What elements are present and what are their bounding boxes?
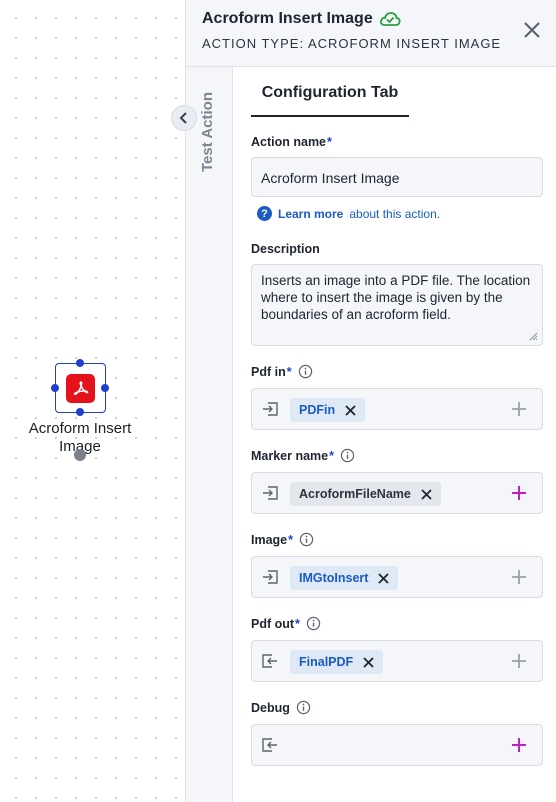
close-icon xyxy=(524,22,540,38)
close-button[interactable] xyxy=(522,20,542,40)
learn-more-link[interactable]: Learn more xyxy=(278,207,343,221)
tab-configuration[interactable]: Configuration Tab xyxy=(251,82,409,117)
image-label: Image * xyxy=(251,532,314,547)
variable-chip: FinalPDF xyxy=(290,650,384,674)
plus-icon[interactable] xyxy=(512,486,526,500)
description-label: Description xyxy=(251,242,320,256)
marker-name-field[interactable]: AcroformFileName xyxy=(251,472,543,514)
pdf-in-field[interactable]: PDFin xyxy=(251,388,543,430)
node-handle-top[interactable] xyxy=(76,359,84,367)
pdf-icon xyxy=(66,374,95,403)
help-circle-icon: ? xyxy=(257,206,272,221)
side-tab-strip xyxy=(185,67,233,802)
action-name-label: Action name * xyxy=(251,135,332,149)
action-name-input[interactable]: Acroform Insert Image xyxy=(251,157,543,197)
info-icon[interactable] xyxy=(298,364,313,379)
remove-chip-icon[interactable] xyxy=(345,404,356,416)
plus-icon[interactable] xyxy=(512,570,526,584)
output-arrow-icon xyxy=(262,738,277,752)
marker-name-label: Marker name * xyxy=(251,448,355,463)
remove-chip-icon[interactable] xyxy=(421,488,432,500)
cloud-check-icon xyxy=(379,12,401,26)
collapse-panel-button[interactable] xyxy=(171,105,197,131)
plus-icon[interactable] xyxy=(512,738,526,752)
workflow-node[interactable] xyxy=(51,359,109,416)
node-output-port[interactable] xyxy=(74,449,86,461)
info-icon[interactable] xyxy=(299,532,314,547)
plus-icon[interactable] xyxy=(512,402,526,416)
learn-more-text: about this action. xyxy=(349,206,441,221)
learn-more-row: ? Learn more about this action. xyxy=(257,206,440,221)
info-icon[interactable] xyxy=(296,700,311,715)
chevron-left-icon xyxy=(179,112,187,124)
node-handle-bottom[interactable] xyxy=(76,408,84,416)
info-icon[interactable] xyxy=(340,448,355,463)
panel-header: Acroform Insert Image ACTION TYPE: ACROF… xyxy=(185,0,556,67)
variable-chip: PDFin xyxy=(290,398,366,422)
tab-test-action[interactable]: Test Action xyxy=(199,92,216,172)
debug-field[interactable] xyxy=(251,724,543,766)
panel-subtitle: ACTION TYPE: ACROFORM INSERT IMAGE xyxy=(202,36,502,51)
info-icon[interactable] xyxy=(306,616,321,631)
input-arrow-icon xyxy=(263,570,278,584)
pdf-out-field[interactable]: FinalPDF xyxy=(251,640,543,682)
image-field[interactable]: IMGtoInsert xyxy=(251,556,543,598)
panel-title: Acroform Insert Image xyxy=(202,10,373,27)
input-arrow-icon xyxy=(263,402,278,416)
remove-chip-icon[interactable] xyxy=(363,656,374,668)
panel-title-row: Acroform Insert Image xyxy=(202,10,401,28)
resize-grip-icon[interactable] xyxy=(528,331,538,341)
node-handle-left[interactable] xyxy=(51,384,59,392)
remove-chip-icon[interactable] xyxy=(378,572,390,584)
output-arrow-icon xyxy=(262,654,277,668)
debug-label: Debug xyxy=(251,700,311,715)
description-textarea[interactable]: Inserts an image into a PDF file. The lo… xyxy=(251,264,543,346)
pdf-out-label: Pdf out * xyxy=(251,616,321,631)
input-arrow-icon xyxy=(263,486,278,500)
node-handle-right[interactable] xyxy=(101,384,109,392)
plus-icon[interactable] xyxy=(512,654,526,668)
variable-chip: IMGtoInsert xyxy=(290,566,399,590)
pdf-in-label: Pdf in * xyxy=(251,364,313,379)
variable-chip: AcroformFileName xyxy=(290,482,441,506)
